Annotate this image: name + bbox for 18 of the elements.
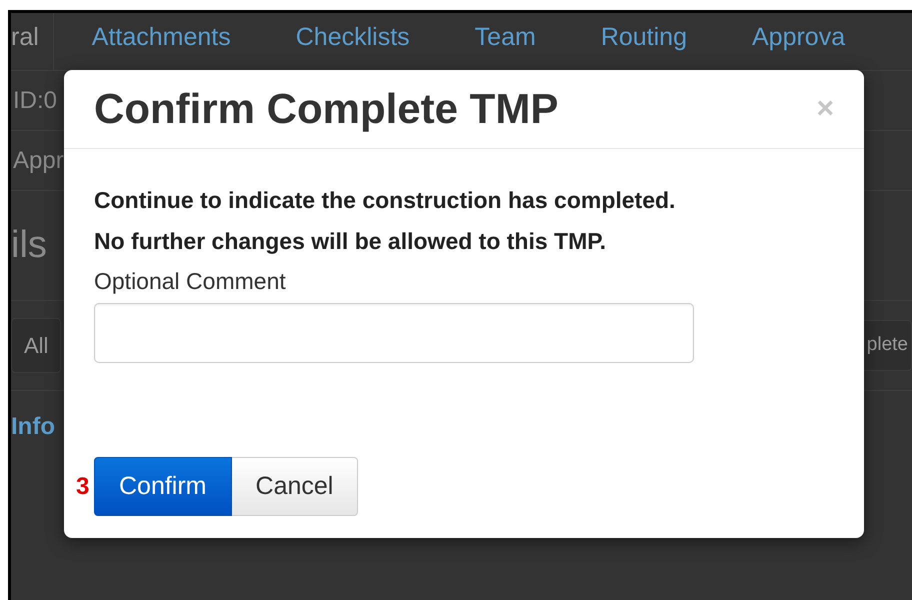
step-number: 3 [76,472,90,502]
tab[interactable]: Team [474,18,536,64]
field-label: Appr [13,146,64,176]
comment-input[interactable] [94,302,694,363]
cancel-button[interactable]: Cancel [232,456,358,516]
confirm-button[interactable]: Confirm [94,456,232,516]
modal-title: Confirm Complete TMP [94,84,558,134]
tab[interactable]: Checklists [296,18,410,64]
field-label: ID:0 [13,86,58,116]
tab[interactable]: ral [11,13,54,70]
message-text: No further changes will be allowed to this TMP. [94,226,608,256]
message-text: Continue to indicate the construction has completed. [94,186,676,216]
page-button[interactable]: All [11,318,62,373]
tab[interactable]: Routing [600,18,687,64]
section-heading: ils [11,223,47,268]
field-label: Optional Comment [94,267,287,296]
tab[interactable]: Attachments [92,18,231,64]
tab[interactable]: Approva [752,18,846,64]
